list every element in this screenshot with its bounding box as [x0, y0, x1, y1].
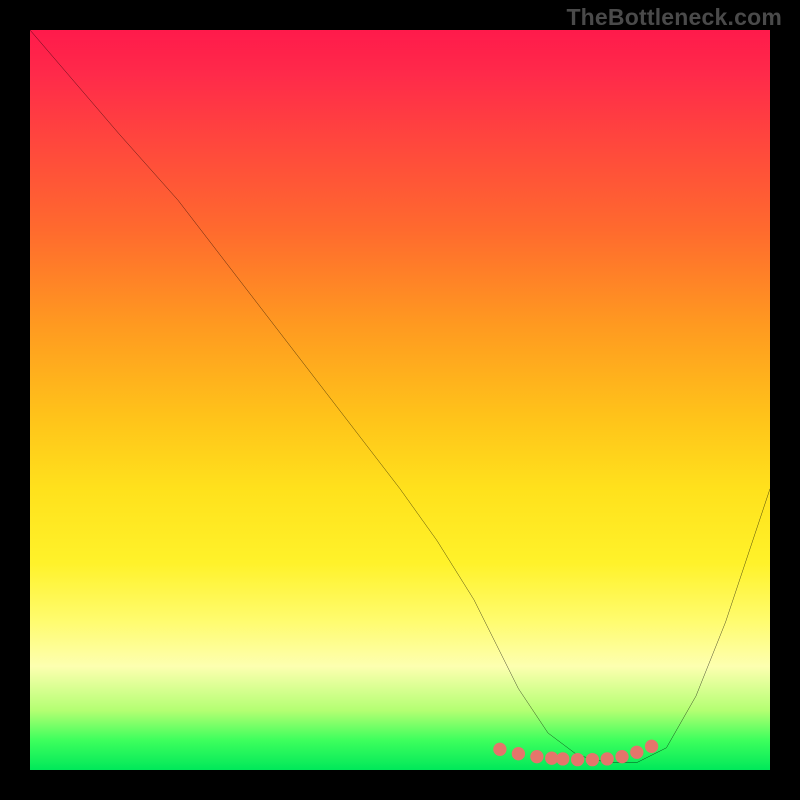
optimal-dot	[601, 752, 614, 765]
optimal-dot	[530, 750, 543, 763]
optimal-dot	[645, 740, 658, 753]
optimal-dot	[586, 753, 599, 766]
optimal-range-dots	[493, 740, 658, 767]
chart-svg	[30, 30, 770, 770]
chart-frame: TheBottleneck.com	[0, 0, 800, 800]
optimal-dot	[512, 747, 525, 760]
optimal-dot	[630, 746, 643, 759]
optimal-dot	[615, 750, 628, 763]
optimal-dot	[493, 743, 506, 756]
optimal-dot	[556, 752, 569, 765]
plot-area	[30, 30, 770, 770]
watermark-text: TheBottleneck.com	[566, 4, 782, 31]
optimal-dot	[571, 753, 584, 766]
bottleneck-curve	[30, 30, 770, 763]
